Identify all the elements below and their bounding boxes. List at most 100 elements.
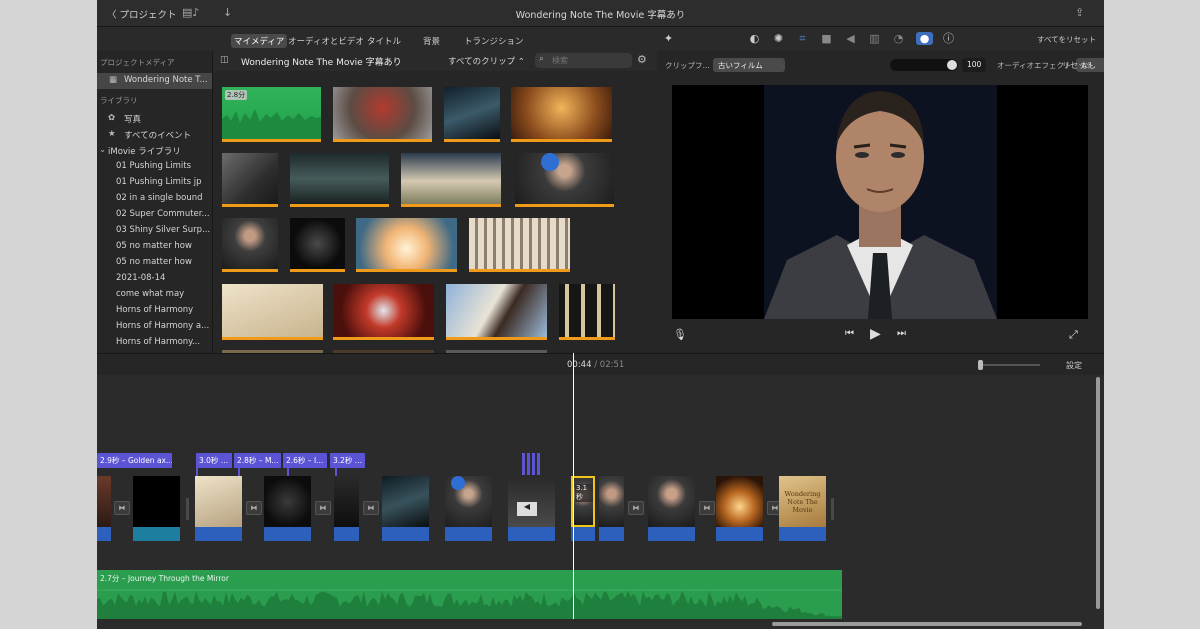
clip-thumbnail[interactable]	[401, 153, 501, 207]
vertical-scrollbar[interactable]	[1096, 377, 1100, 609]
clip-thumbnail[interactable]	[333, 87, 432, 142]
sidebar-toggle-icon[interactable]: ◫	[220, 55, 229, 65]
transition-icon[interactable]: ⧓	[246, 501, 262, 515]
preview-frame	[764, 85, 997, 319]
clip-thumbnail[interactable]	[469, 218, 570, 272]
sidebar-item-event[interactable]: 03 Shiny Silver Surp...	[97, 223, 212, 239]
clip-thumbnail[interactable]	[333, 284, 434, 340]
browser-settings-icon[interactable]: ⚙	[637, 53, 647, 66]
equalizer-icon[interactable]: ▥	[868, 32, 881, 45]
tab-titles[interactable]: タイトル	[364, 34, 404, 48]
sidebar-item-photos[interactable]: ✿ 写真	[97, 111, 212, 127]
tab-backgrounds[interactable]: 背景	[420, 34, 443, 48]
sidebar-item-event[interactable]: Horns of Harmony...	[97, 335, 212, 351]
reset-button[interactable]: リセット	[1062, 60, 1094, 71]
color-balance-icon[interactable]: ◐	[748, 32, 761, 45]
share-icon[interactable]: ⇪	[1075, 6, 1084, 19]
clip-thumbnail[interactable]	[222, 218, 278, 272]
transition-icon[interactable]: ⧓	[114, 501, 130, 515]
clip-filter-dropdown[interactable]: すべてのクリップ ⌃	[448, 55, 525, 67]
clip-thumbnail[interactable]	[290, 218, 345, 272]
tab-transitions[interactable]: トランジション	[461, 34, 527, 48]
background-music-clip[interactable]: 2.7分 – Journey Through the Mirror	[97, 570, 842, 619]
tab-audio-video[interactable]: オーディオとビデオ	[285, 34, 367, 48]
library-sidebar: プロジェクトメディア ▦ Wondering Note T... ライブラリ ✿…	[97, 51, 213, 353]
zoom-knob[interactable]	[978, 360, 983, 370]
clip-thumbnail[interactable]	[290, 153, 389, 207]
audio-clip-thumbnail[interactable]: 2.8分	[222, 87, 321, 142]
sidebar-item-event[interactable]: Horns of Harmony	[97, 303, 212, 319]
sidebar-item-event[interactable]: come what may	[97, 287, 212, 303]
video-clip[interactable]	[97, 476, 111, 527]
sidebar-item-event[interactable]: 05 no matter how	[97, 255, 212, 271]
video-clip[interactable]: Wondering Note The Movie	[779, 476, 826, 527]
video-clip[interactable]	[195, 476, 242, 527]
clip-thumbnail[interactable]	[559, 284, 615, 340]
clip-filter-icon[interactable]: ●	[916, 32, 933, 45]
clip-audio-bar	[599, 527, 624, 541]
timeline-settings-button[interactable]: 設定	[1066, 360, 1082, 371]
playhead[interactable]	[573, 375, 574, 619]
title-clip[interactable]: 3.0秒 ...	[196, 453, 232, 468]
title-clip[interactable]: 3.2秒 ...	[330, 453, 365, 468]
filter-amount-value[interactable]: 100	[962, 58, 986, 72]
horizontal-scrollbar[interactable]	[772, 622, 1082, 626]
clip-thumbnail[interactable]	[515, 153, 614, 207]
video-clip[interactable]	[445, 476, 492, 527]
skip-forward-icon[interactable]: ⏭	[897, 328, 906, 339]
video-clip[interactable]	[382, 476, 429, 527]
magic-wand-icon[interactable]: ✦	[662, 32, 675, 45]
reset-all-button[interactable]: すべてをリセット	[1037, 34, 1096, 45]
video-clip[interactable]	[264, 476, 311, 527]
stacked-title-clips[interactable]	[522, 453, 542, 475]
play-icon[interactable]: ▶	[870, 326, 881, 342]
sidebar-item-event[interactable]: 01 Pushing Limits jp	[97, 175, 212, 191]
sidebar-item-event[interactable]: 02 in a single bound	[97, 191, 212, 207]
sidebar-item-event[interactable]: Horns of Harmony a...	[97, 319, 212, 335]
sidebar-item-event[interactable]: 02 Super Commuter...	[97, 207, 212, 223]
current-time: 00:44	[567, 360, 592, 370]
fullscreen-icon[interactable]: ⤢	[1069, 328, 1078, 342]
clip-thumbnail[interactable]	[222, 153, 278, 207]
video-clip[interactable]	[334, 476, 359, 527]
transition-icon[interactable]: ⧓	[363, 501, 379, 515]
sidebar-item-project[interactable]: ▦ Wondering Note T...	[97, 73, 212, 89]
video-clip[interactable]	[599, 476, 624, 527]
video-clip[interactable]	[716, 476, 763, 527]
skip-back-icon[interactable]: ⏮	[845, 328, 854, 339]
clip-thumbnail[interactable]	[222, 284, 323, 340]
clip-thumbnail[interactable]	[444, 87, 500, 142]
title-clip[interactable]: 2.9秒 – Golden ax...	[97, 453, 172, 468]
transition-icon[interactable]: ⧓	[628, 501, 644, 515]
video-clip[interactable]	[648, 476, 695, 527]
sidebar-item-all-events[interactable]: ★ すべてのイベント	[97, 127, 212, 143]
video-clip[interactable]	[133, 476, 180, 527]
title-clip[interactable]: 2.8秒 – M...	[234, 453, 281, 468]
clip-thumbnail[interactable]	[511, 87, 612, 142]
sidebar-item-event[interactable]: 05 no matter how	[97, 239, 212, 255]
sidebar-item-imovie-library[interactable]: ⌄ iMovie ライブラリ	[97, 143, 212, 159]
transition-icon[interactable]: ⧓	[699, 501, 715, 515]
tab-my-media[interactable]: マイメディア	[231, 34, 288, 48]
search-input[interactable]	[552, 54, 628, 67]
microphone-icon[interactable]: 🎙︎	[673, 328, 687, 341]
clip-thumbnail[interactable]	[356, 218, 457, 272]
crop-icon[interactable]: ⌗	[796, 32, 809, 45]
clip-thumbnail[interactable]	[446, 284, 547, 340]
speed-icon[interactable]: ◔	[892, 32, 905, 45]
sidebar-item-event[interactable]: 01 Pushing Limits	[97, 159, 212, 175]
volume-icon[interactable]: ◀	[844, 32, 857, 45]
timeline-zoom-slider[interactable]	[978, 360, 1040, 370]
selected-video-clip[interactable]: 3.1秒	[571, 476, 595, 527]
video-clip[interactable]: ◀	[508, 476, 555, 527]
clip-filter-select[interactable]: 古いフィルム	[713, 58, 785, 72]
filter-amount-slider[interactable]	[890, 59, 958, 71]
color-correction-icon[interactable]: ✺	[772, 32, 785, 45]
title-clip[interactable]: 2.6秒 – I...	[283, 453, 327, 468]
search-field[interactable]: ⌕	[535, 53, 632, 68]
slider-knob[interactable]	[947, 60, 957, 70]
transition-icon[interactable]: ⧓	[315, 501, 331, 515]
stabilization-icon[interactable]: ■	[820, 32, 833, 45]
info-icon[interactable]: ⓘ	[942, 32, 955, 45]
sidebar-item-event[interactable]: 2021-08-14	[97, 271, 212, 287]
